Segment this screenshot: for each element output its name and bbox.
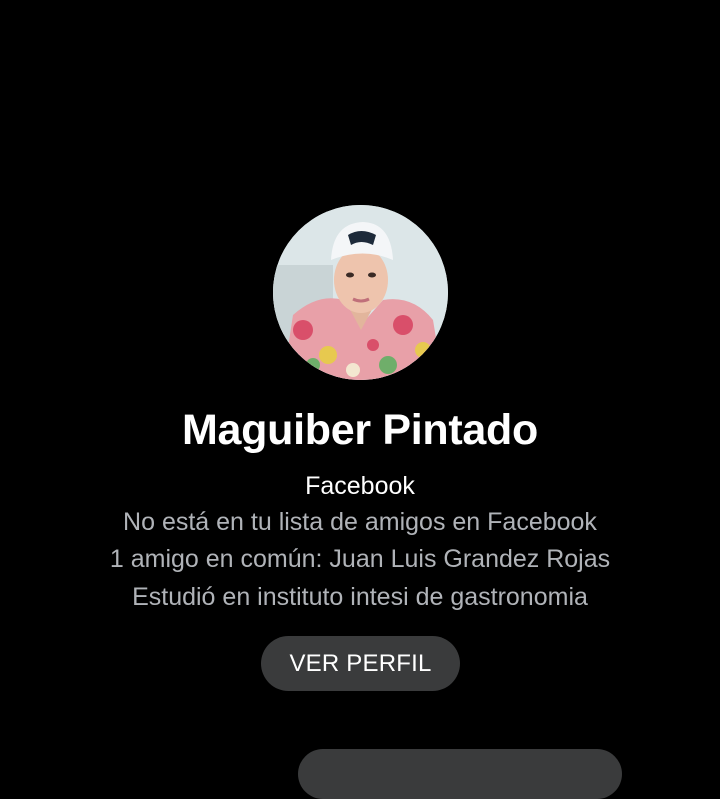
- view-profile-button[interactable]: VER PERFIL: [261, 636, 460, 691]
- profile-detail-education: Estudió en instituto intesi de gastronom…: [132, 583, 588, 611]
- profile-detail-mutual-friends: 1 amigo en común: Juan Luis Grandez Roja…: [109, 545, 611, 573]
- profile-detail-friend-status: No está en tu lista de amigos en Faceboo…: [123, 508, 597, 536]
- view-profile-label: VER PERFIL: [289, 649, 432, 677]
- profile-name: Maguiber Pintado: [182, 406, 538, 454]
- profile-source: Facebook: [305, 472, 415, 500]
- profile-photo-icon: [273, 205, 448, 380]
- profile-avatar[interactable]: [273, 205, 448, 380]
- bottom-action-button[interactable]: [298, 749, 622, 799]
- profile-card: Maguiber Pintado Facebook No está en tu …: [0, 0, 720, 799]
